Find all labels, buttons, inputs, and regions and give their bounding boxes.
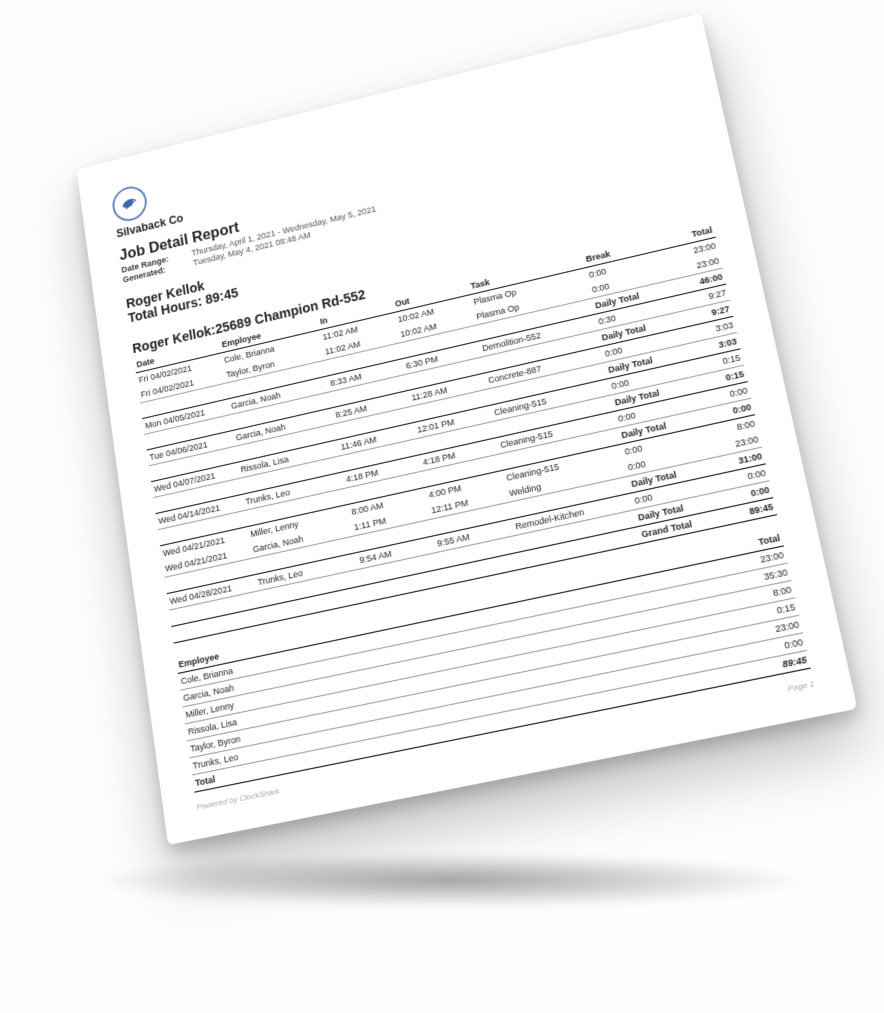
page-shadow — [80, 853, 819, 909]
powered-by: Powered by ClockShark — [196, 786, 280, 812]
report-page: Silvaback Co Job Detail Report Date Rang… — [76, 13, 857, 845]
shark-icon — [119, 192, 141, 216]
company-logo — [110, 183, 148, 224]
page-number: Page 1 — [786, 679, 815, 694]
